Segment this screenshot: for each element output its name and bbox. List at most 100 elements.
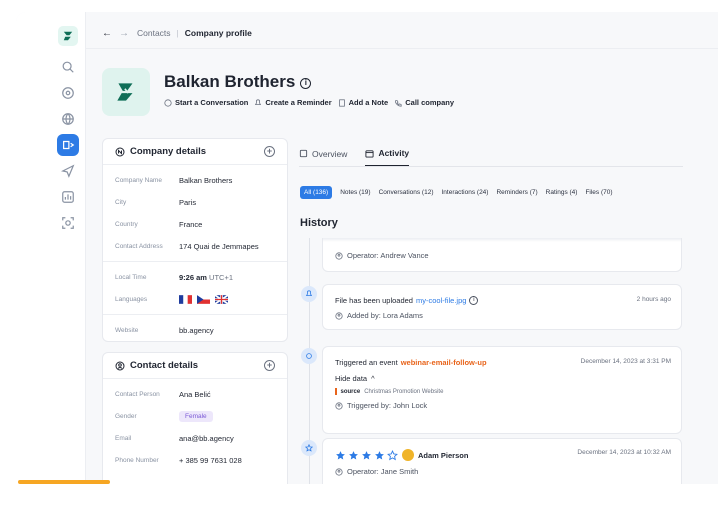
star-empty-icon	[387, 449, 398, 460]
history-heading: History	[300, 217, 338, 229]
contact-key: Email	[115, 434, 132, 442]
company-actions: Start a Conversation Create a Reminder A…	[164, 98, 454, 107]
contact-value: Ana Belić	[179, 389, 211, 399]
activity-card: Operator: Andrew Vance	[322, 238, 682, 272]
email-link[interactable]: ana@bb.agency	[179, 434, 234, 443]
detail-value: 174 Quai de Jemmapes	[179, 241, 259, 251]
gender-badge: Female	[179, 410, 213, 422]
add-icon[interactable]: +	[264, 360, 275, 371]
filter-notes[interactable]: Notes (19)	[340, 189, 370, 196]
add-note-button[interactable]: Add a Note	[338, 98, 389, 107]
filter-interactions[interactable]: Interactions (24)	[442, 189, 489, 196]
contact-key: Gender	[115, 412, 137, 420]
activity-card: Adam Pierson December 14, 2023 at 10:32 …	[322, 438, 682, 484]
detail-value: Paris	[179, 197, 197, 207]
search-icon[interactable]	[57, 56, 79, 78]
local-time-row: Local Time 9:26 am UTC+1	[103, 266, 287, 288]
call-company-button[interactable]: Call company	[394, 98, 454, 107]
reports-icon[interactable]	[57, 186, 79, 208]
local-time: 9:26 am	[179, 272, 207, 282]
company-details-title: Company details	[130, 146, 207, 157]
tab-activity[interactable]: Activity	[365, 148, 410, 166]
star-filled-icon	[375, 450, 384, 459]
source-value: Christmas Promotion Website	[364, 388, 444, 395]
hide-data-label: Hide data	[335, 374, 368, 383]
filter-ratings[interactable]: Ratings (4)	[546, 189, 578, 196]
star-icon	[301, 440, 317, 456]
forward-arrow-icon[interactable]: →	[119, 28, 129, 39]
tab-overview[interactable]: Overview	[299, 148, 347, 166]
create-reminder-button[interactable]: Create a Reminder	[254, 98, 332, 107]
detail-row: Country France	[103, 213, 287, 235]
activity-title: File has been uploaded my-cool-file.jpg i	[335, 296, 669, 305]
user-icon	[335, 251, 343, 260]
contact-row: Gender Female	[103, 405, 287, 427]
user-icon	[335, 311, 343, 320]
phone-value: + 385 99 7631 028	[179, 455, 242, 465]
activity-title-text: File has been uploaded	[335, 296, 413, 305]
rating-stars	[335, 449, 398, 461]
detail-key: Languages	[115, 295, 148, 303]
website-link[interactable]: bb.agency	[179, 326, 214, 335]
overview-icon	[299, 149, 308, 158]
company-logo	[102, 68, 150, 116]
accent-bar	[18, 480, 110, 484]
info-icon[interactable]: i	[469, 296, 479, 305]
rating-person: Adam Pierson	[418, 450, 469, 460]
chat-icon[interactable]	[57, 82, 79, 104]
source-key: source	[340, 388, 361, 395]
start-conversation-button[interactable]: Start a Conversation	[164, 98, 248, 107]
activity-added-by: Added by: Lora Adams	[347, 311, 423, 320]
app-logo[interactable]	[58, 26, 78, 46]
breadcrumb: ← → Contacts | Company profile	[102, 24, 252, 42]
contact-row: Email ana@bb.agency	[103, 427, 287, 449]
activity-operator: Operator: Jane Smith	[347, 467, 419, 476]
add-icon[interactable]: +	[264, 146, 275, 157]
activity-triggered-by: Triggered by: John Lock	[347, 401, 428, 410]
avatar	[402, 449, 414, 461]
contact-details-header: Contact details +	[103, 353, 287, 379]
sidebar	[16, 12, 86, 484]
detail-key: Contact Address	[115, 242, 163, 250]
flag-france-icon	[179, 294, 192, 304]
star-filled-icon	[349, 450, 358, 459]
info-icon[interactable]: i	[300, 78, 312, 89]
contact-details-title: Contact details	[130, 360, 199, 371]
activity-meta: Triggered by: John Lock	[335, 401, 669, 410]
send-icon[interactable]	[57, 160, 79, 182]
event-link[interactable]: webinar-email-follow-up	[401, 358, 487, 367]
flag-uk-icon	[215, 294, 229, 304]
filter-all[interactable]: All (136)	[300, 186, 333, 199]
tab-overview-label: Overview	[312, 148, 348, 159]
globe-icon[interactable]	[57, 108, 79, 130]
detail-key: Local Time	[115, 273, 147, 281]
filter-files[interactable]: Files (70)	[585, 189, 612, 196]
chat-icon	[164, 98, 172, 107]
filter-reminders[interactable]: Reminders (7)	[496, 189, 537, 196]
contacts-icon[interactable]	[57, 134, 79, 156]
file-link[interactable]: my-cool-file.jpg	[416, 296, 466, 305]
activity-meta: Operator: Andrew Vance	[335, 251, 669, 260]
add-note-label: Add a Note	[348, 98, 389, 107]
contact-details-card: Contact details + Contact Person Ana Beli…	[102, 352, 288, 484]
activity-time: December 14, 2023 at 3:31 PM	[580, 358, 671, 365]
detail-value: France	[179, 219, 203, 229]
bell-icon	[255, 98, 262, 105]
breadcrumb-current: Company profile	[184, 28, 252, 38]
note-icon	[338, 98, 345, 107]
star-filled-icon	[336, 450, 345, 459]
filter-conversations[interactable]: Conversations (12)	[379, 189, 434, 196]
person-icon	[115, 361, 125, 370]
scan-icon[interactable]	[57, 212, 79, 234]
create-reminder-label: Create a Reminder	[265, 98, 332, 107]
back-arrow-icon[interactable]: ←	[102, 28, 112, 39]
user-icon	[335, 401, 343, 410]
activity-filters: All (136) Notes (19) Conversations (12) …	[300, 186, 613, 199]
detail-key: Website	[115, 326, 139, 334]
tab-activity-label: Activity	[378, 148, 410, 158]
call-company-label: Call company	[405, 98, 454, 107]
activity-card: Triggered an event webinar-email-follow-u…	[322, 346, 682, 434]
breadcrumb-contacts[interactable]: Contacts	[137, 28, 171, 38]
user-icon	[335, 467, 343, 476]
hide-data-toggle[interactable]: Hide data ^	[335, 374, 669, 383]
